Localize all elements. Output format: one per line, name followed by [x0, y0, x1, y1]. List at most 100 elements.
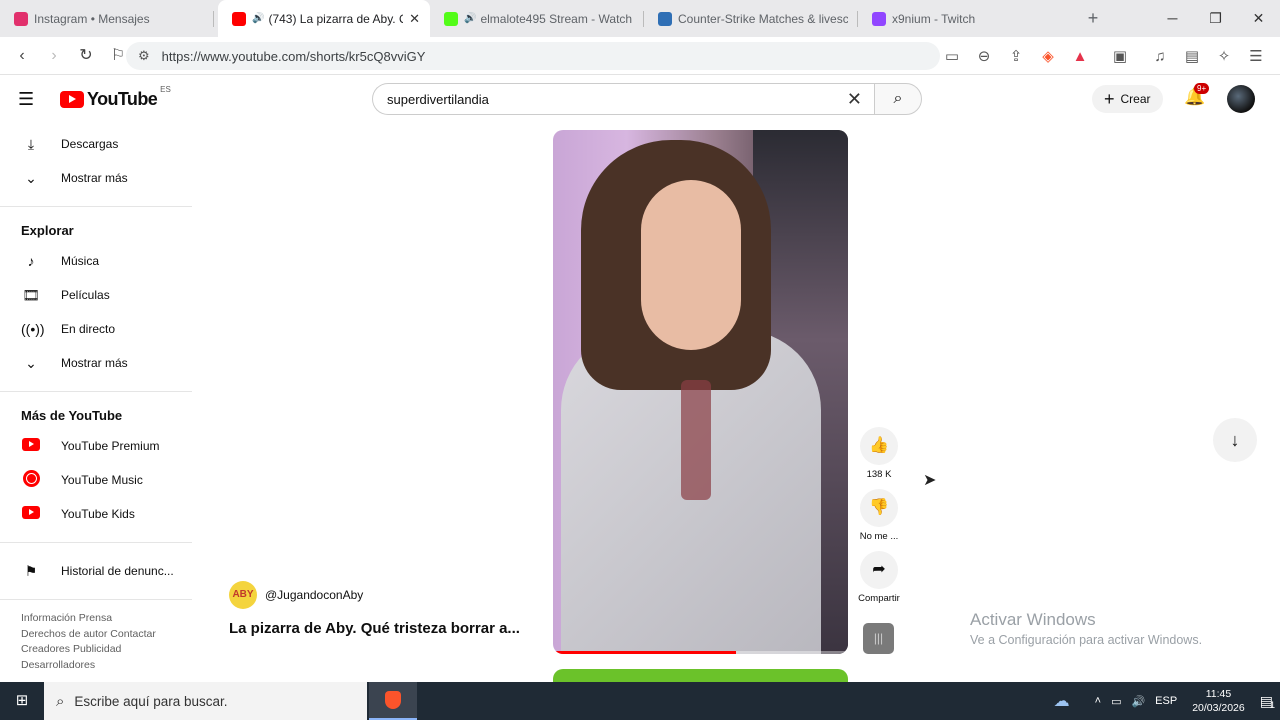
- music-note-icon: ♪: [27, 253, 35, 269]
- site-info-icon[interactable]: ⚙: [138, 48, 150, 64]
- footer-line[interactable]: Desarrolladores: [21, 658, 192, 674]
- dislike-button[interactable]: 👎: [860, 489, 898, 527]
- channel-info: ABY @JugandoconAby: [229, 581, 363, 609]
- close-tab-icon[interactable]: ✕: [409, 11, 420, 27]
- search-value: superdivertilandia: [387, 91, 489, 107]
- tab-kick[interactable]: 🔊 elmalote495 Stream - Watch L: [430, 0, 644, 37]
- sidebar-item-peliculas[interactable]: 🎞 Películas: [0, 278, 192, 312]
- like-button[interactable]: 👍: [860, 427, 898, 465]
- download-icon: ⤓: [27, 135, 35, 152]
- clear-search-icon[interactable]: ✕: [847, 89, 862, 110]
- short-title[interactable]: La pizarra de Aby. Qué tristeza borrar a…: [229, 620, 520, 637]
- taskbar-brave[interactable]: [369, 682, 417, 720]
- taskbar-search[interactable]: ⌕ Escribe aquí para buscar.: [44, 682, 367, 720]
- tab-youtube[interactable]: 🔊 (743) La pizarra de Aby. Qu ✕: [218, 0, 430, 37]
- brave-shields-icon[interactable]: ◈: [1032, 47, 1064, 65]
- chevron-down-icon: ⌄: [25, 354, 37, 371]
- notification-badge: 9+: [1194, 83, 1210, 94]
- zoom-icon[interactable]: ⊖: [968, 47, 1000, 65]
- windows-taskbar: ⊞ ⌕ Escribe aquí para buscar. ☁ ˄ ▭ 🔊 ES…: [0, 682, 1280, 720]
- reader-icon[interactable]: ▣: [1104, 47, 1136, 65]
- thumbs-down-icon: 👎: [869, 499, 889, 516]
- kick-icon: [444, 11, 458, 26]
- reload-icon[interactable]: ↻: [72, 42, 100, 70]
- audio-track-button[interactable]: |||: [863, 623, 894, 654]
- divider: [0, 206, 192, 207]
- next-short-button[interactable]: ↓: [1213, 418, 1257, 462]
- sidebar-item-youtube-music[interactable]: YouTube Music: [0, 463, 192, 497]
- volume-icon[interactable]: 🔊: [1131, 695, 1145, 708]
- share-icon[interactable]: ⇪: [1000, 47, 1032, 65]
- sidebar-item-label: Mostrar más: [61, 171, 128, 185]
- youtube-music-icon: [22, 470, 40, 487]
- wallet-icon[interactable]: ▤: [1176, 47, 1208, 65]
- system-tray: ☁ ˄ ▭ 🔊 ESP 11:45 20/03/2026 ▤ 1: [1049, 682, 1280, 720]
- new-tab-button[interactable]: +: [1076, 0, 1110, 37]
- sidebar-item-musica[interactable]: ♪ Música: [0, 244, 192, 278]
- taskbar-search-placeholder: Escribe aquí para buscar.: [74, 693, 228, 709]
- hamburger-menu-icon[interactable]: ☰: [18, 89, 34, 110]
- close-window-icon[interactable]: ✕: [1237, 0, 1280, 37]
- divider: [0, 542, 192, 543]
- network-icon[interactable]: ▭: [1111, 695, 1121, 708]
- sidebar-item-mostrar-mas[interactable]: ⌄ Mostrar más: [0, 161, 192, 195]
- address-bar[interactable]: ⚙ https://www.youtube.com/shorts/kr5cQ8v…: [126, 42, 940, 70]
- channel-name[interactable]: @JugandoconAby: [265, 588, 363, 602]
- media-icon[interactable]: ♫: [1144, 48, 1176, 65]
- mouse-cursor-icon: ➤: [923, 472, 937, 489]
- sidebar-item-historial-denuncias[interactable]: ⚑ Historial de denunc...: [0, 554, 192, 588]
- onedrive-icon[interactable]: ☁: [1054, 691, 1070, 711]
- clock-time: 11:45: [1205, 688, 1232, 700]
- create-button[interactable]: + Crear: [1092, 85, 1163, 113]
- youtube-logo[interactable]: YouTube ES: [60, 85, 171, 110]
- sidebar-item-youtube-kids[interactable]: YouTube Kids: [0, 497, 192, 531]
- back-icon[interactable]: ‹: [8, 42, 36, 70]
- leo-ai-icon[interactable]: ✧: [1208, 47, 1240, 65]
- instagram-icon: [14, 11, 28, 26]
- restore-icon[interactable]: ❐: [1194, 0, 1237, 37]
- sidebar-item-label: Películas: [61, 288, 110, 302]
- short-video-player[interactable]: [553, 130, 848, 654]
- share-label: Compartir: [858, 593, 900, 604]
- next-short-preview[interactable]: [553, 669, 848, 683]
- tab-instagram[interactable]: Instagram • Mensajes: [0, 0, 214, 37]
- forward-icon[interactable]: ›: [40, 42, 68, 70]
- share-button[interactable]: ➦: [860, 551, 898, 589]
- sidebar-item-descargas[interactable]: ⤓ Descargas: [0, 127, 192, 161]
- video-progress-bar[interactable]: [553, 651, 848, 654]
- section-title-explorar: Explorar: [21, 222, 74, 238]
- tab-hltv[interactable]: Counter-Strike Matches & livescor: [644, 0, 858, 37]
- footer-line[interactable]: Creadores Publicidad: [21, 642, 192, 658]
- tab-twitch[interactable]: x9nium - Twitch: [858, 0, 1072, 37]
- brave-rewards-icon[interactable]: ▲: [1064, 48, 1096, 65]
- speaker-icon[interactable]: 🔊: [464, 13, 476, 24]
- tab-title: Counter-Strike Matches & livescor: [678, 11, 848, 26]
- clock[interactable]: 11:45 20/03/2026: [1192, 687, 1245, 715]
- search-input[interactable]: superdivertilandia ✕: [372, 83, 876, 115]
- channel-avatar[interactable]: ABY: [229, 581, 257, 609]
- sidebar-item-youtube-premium[interactable]: YouTube Premium: [0, 429, 192, 463]
- film-icon: 🎞: [22, 286, 40, 303]
- chevron-up-icon[interactable]: ˄: [1095, 695, 1101, 707]
- menu-icon[interactable]: ☰: [1240, 47, 1272, 65]
- minimize-icon[interactable]: ─: [1151, 0, 1194, 37]
- url-text: https://www.youtube.com/shorts/kr5cQ8vvi…: [161, 48, 426, 64]
- sidebar-item-mostrar-mas[interactable]: ⌄ Mostrar más: [0, 346, 192, 380]
- start-button[interactable]: ⊞: [0, 682, 44, 720]
- avatar[interactable]: [1227, 85, 1255, 113]
- short-actions: 👍 138 K 👎 No me ... ➦ Compartir: [855, 427, 903, 613]
- footer-line[interactable]: Información Prensa: [21, 611, 192, 627]
- notifications-button[interactable]: 🔔 9+: [1184, 83, 1210, 107]
- youtube-header: ☰ YouTube ES superdivertilandia ✕ ⌕ + Cr…: [0, 75, 1280, 123]
- footer-line[interactable]: Derechos de autor Contactar: [21, 627, 192, 643]
- create-label: Crear: [1120, 92, 1151, 106]
- hltv-icon: [658, 11, 672, 26]
- like-action: 👍 138 K: [855, 427, 903, 481]
- audio-wave-icon: |||: [873, 631, 884, 645]
- watermark-subtitle: Ve a Configuración para activar Windows.: [970, 633, 1203, 647]
- search-button[interactable]: ⌕: [874, 83, 922, 115]
- sidebar-item-en-directo[interactable]: ((•)) En directo: [0, 312, 192, 346]
- language-indicator[interactable]: ESP: [1155, 695, 1177, 707]
- speaker-icon[interactable]: 🔊: [252, 13, 264, 24]
- cast-icon[interactable]: ▭: [936, 47, 968, 65]
